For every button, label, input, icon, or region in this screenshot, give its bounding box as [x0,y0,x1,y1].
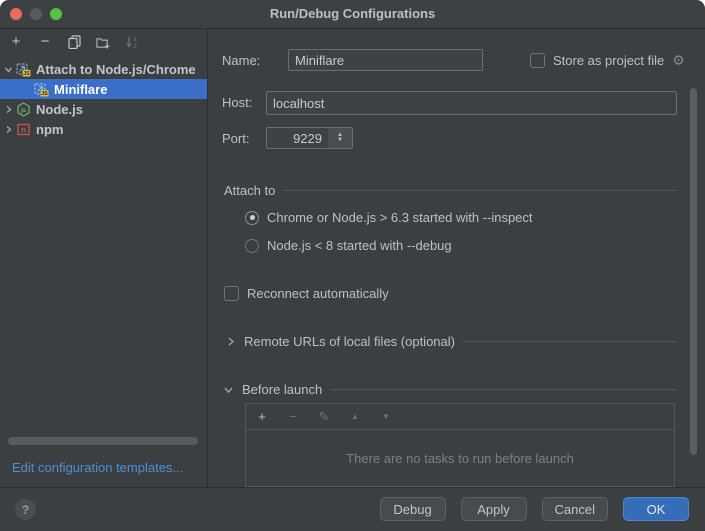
copy-configuration-icon[interactable] [67,35,81,49]
debug-button[interactable]: Debug [380,497,446,521]
remove-task-icon: − [286,410,300,424]
radio-selected-icon[interactable] [245,211,259,225]
svg-text:JS: JS [23,71,30,77]
nodejs-icon: js [16,102,32,117]
chevron-right-icon[interactable] [0,125,16,134]
tree-item-label: Node.js [36,102,83,117]
attach-option-inspect[interactable]: Chrome or Node.js > 6.3 started with --i… [245,210,533,225]
zoom-window-button[interactable] [50,8,62,20]
vertical-scrollbar[interactable] [690,88,697,455]
radio-unselected-icon[interactable] [245,239,259,253]
dialog-footer: ? Debug Apply Cancel OK [0,487,705,531]
attach-option-debug[interactable]: Node.js < 8 started with --debug [245,238,452,253]
horizontal-scrollbar[interactable] [8,437,198,445]
edit-configuration-templates-link[interactable]: Edit configuration templates... [12,460,183,475]
remote-urls-section[interactable]: Remote URLs of local files (optional) [224,334,677,349]
reconnect-automatically-checkbox[interactable] [224,286,239,301]
remote-urls-section-label: Remote URLs of local files (optional) [244,334,455,349]
move-down-icon: ▼ [379,410,393,424]
tree-item-miniflare-selected[interactable]: JS Miniflare [0,79,207,99]
attach-to-section-label: Attach to [224,183,275,198]
close-window-button[interactable] [10,8,22,20]
svg-text:js: js [20,108,27,114]
move-up-icon: ▲ [348,410,362,424]
sidebar-toolbar: + − a z [0,29,139,55]
before-launch-empty-text: There are no tasks to run before launch [246,430,674,487]
before-launch-section[interactable]: Before launch [222,382,677,397]
attach-nodejs-icon: JS [16,62,32,77]
before-launch-task-panel: + − ✎ ▲ ▼ There are no tasks to run befo… [245,403,675,487]
tree-item-attach-to-nodejs-chrome[interactable]: JS Attach to Node.js/Chrome [0,59,207,79]
titlebar: Run/Debug Configurations [0,0,705,29]
gear-icon[interactable]: ⚙ [672,52,685,69]
traffic-lights [10,8,62,20]
store-as-project-file-checkbox[interactable] [530,53,545,68]
reconnect-automatically-label: Reconnect automatically [247,286,389,301]
edit-task-icon: ✎ [317,410,331,424]
add-task-icon[interactable]: + [255,410,269,424]
radio-label: Node.js < 8 started with --debug [267,238,452,253]
before-launch-section-label: Before launch [242,382,322,397]
chevron-down-icon[interactable] [0,65,16,74]
svg-text:n: n [21,125,26,134]
chevron-right-icon[interactable] [0,105,16,114]
stepper-down-icon[interactable]: ▼ [337,138,343,143]
attach-nodejs-icon: JS [34,82,50,97]
svg-text:z: z [134,44,137,49]
minimize-window-button [30,8,42,20]
help-icon[interactable]: ? [15,499,36,520]
port-input[interactable] [266,127,329,149]
name-input[interactable] [288,49,483,71]
run-debug-configurations-dialog: Run/Debug Configurations + − [0,0,705,531]
attach-to-section: Attach to [224,183,677,198]
tree-item-label: Attach to Node.js/Chrome [36,62,196,77]
dialog-title: Run/Debug Configurations [0,0,705,28]
svg-text:JS: JS [41,91,48,97]
host-input[interactable] [266,91,677,115]
section-divider [283,190,677,191]
chevron-down-icon[interactable] [222,385,234,394]
port-label: Port: [222,131,249,146]
tree-item-label: npm [36,122,63,137]
npm-icon: n [16,122,32,137]
add-configuration-icon[interactable]: + [9,35,23,49]
before-launch-toolbar: + − ✎ ▲ ▼ [246,404,674,430]
reconnect-automatically-row[interactable]: Reconnect automatically [224,286,389,301]
host-label: Host: [222,95,252,110]
svg-text:a: a [133,37,137,43]
radio-label: Chrome or Node.js > 6.3 started with --i… [267,210,533,225]
tree-item-npm[interactable]: n npm [0,119,207,139]
config-form: Name: Store as project file ⚙ Host: Port… [208,28,705,487]
store-as-project-file-label: Store as project file [553,53,664,68]
port-stepper[interactable]: ▲ ▼ [328,127,353,149]
new-folder-icon[interactable] [96,35,110,49]
remove-configuration-icon[interactable]: − [38,35,52,49]
tree-item-label: Miniflare [54,82,107,97]
section-divider [463,341,677,342]
apply-button[interactable]: Apply [461,497,527,521]
sidebar: + − a z [0,29,208,487]
configuration-tree: JS Attach to Node.js/Chrome JS Miniflare [0,59,207,139]
sort-configurations-icon: a z [125,35,139,49]
footer-buttons: Debug Apply Cancel OK [380,497,689,521]
store-as-project-file-row: Store as project file ⚙ [530,52,685,69]
section-divider [330,389,677,390]
name-label: Name: [222,53,260,68]
tree-item-nodejs[interactable]: js Node.js [0,99,207,119]
ok-button[interactable]: OK [623,497,689,521]
chevron-right-icon[interactable] [224,337,236,346]
cancel-button[interactable]: Cancel [542,497,608,521]
